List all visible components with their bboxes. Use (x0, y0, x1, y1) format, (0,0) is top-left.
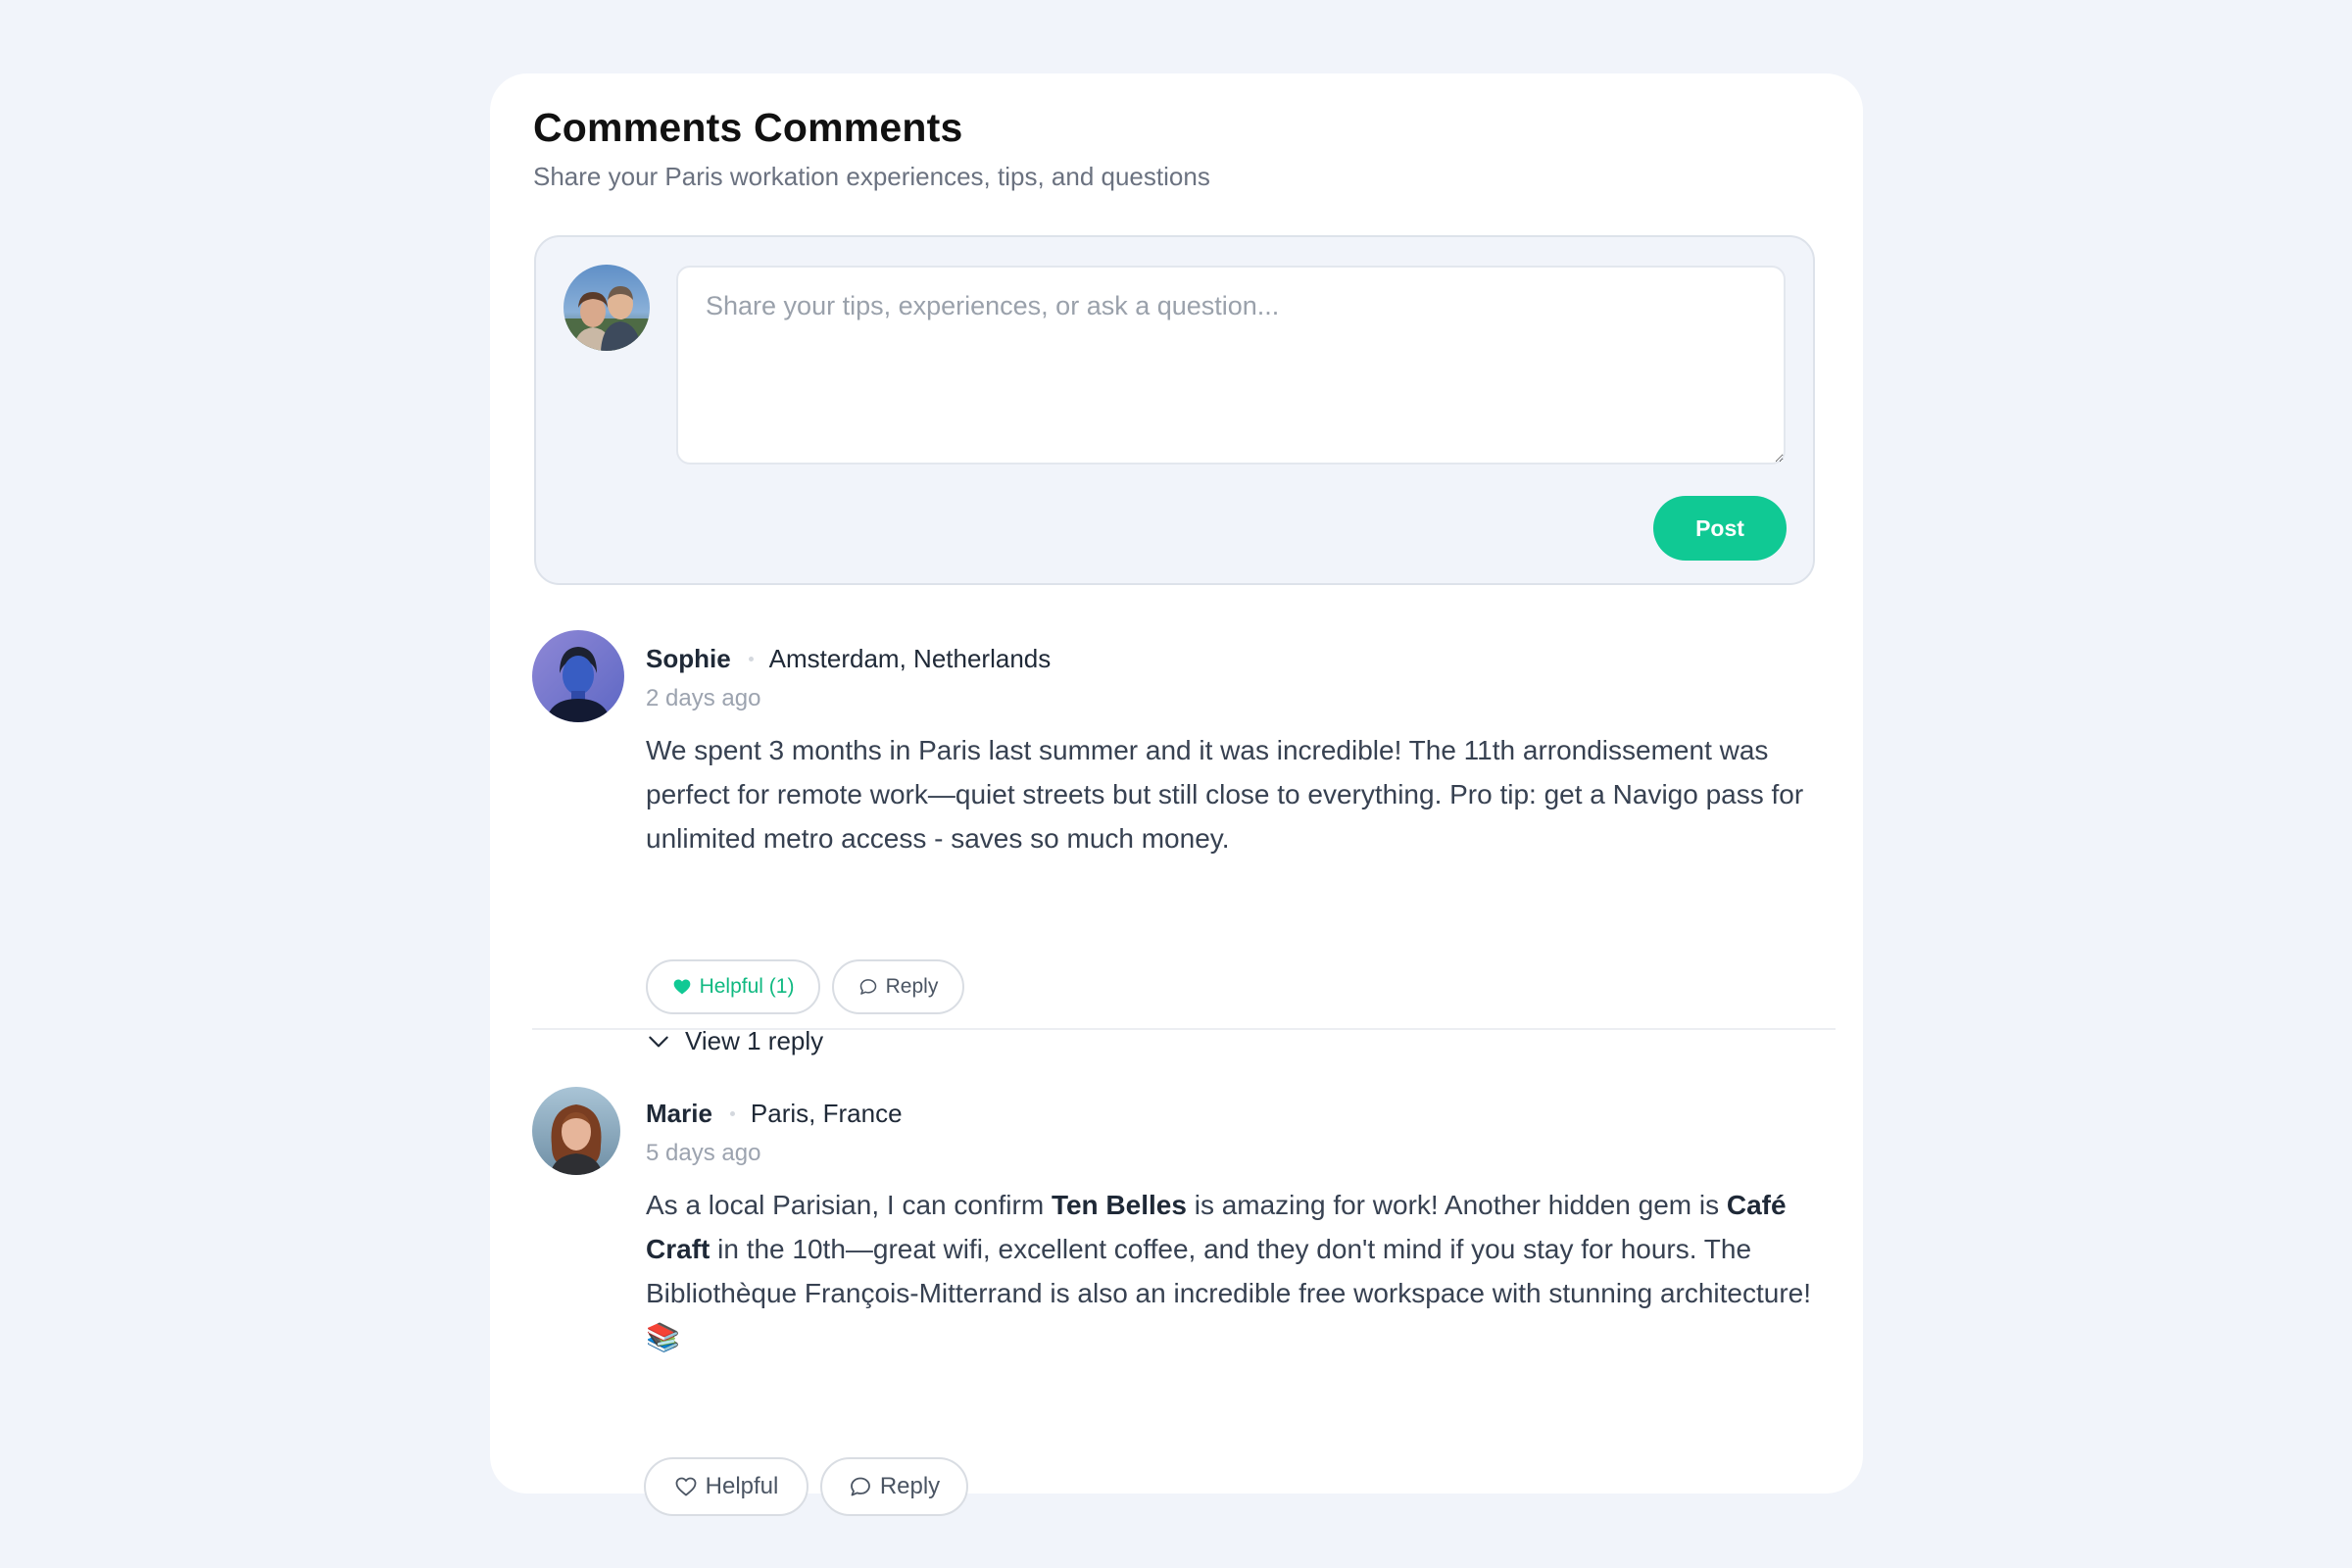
current-user-avatar (564, 265, 650, 351)
reply-label: Reply (879, 1473, 941, 1499)
comment-text: is amazing for work! Another hidden gem … (1186, 1190, 1727, 1220)
comment-body: We spent 3 months in Paris last summer a… (646, 735, 1804, 854)
view-replies-toggle[interactable]: View 1 reply (646, 1026, 823, 1056)
books-emoji: 📚 (646, 1322, 680, 1352)
comment-text: in the 10th—great wifi, excellent coffee… (646, 1234, 1812, 1308)
comment-input[interactable] (676, 266, 1786, 465)
chevron-down-icon (649, 1036, 668, 1047)
comment-item: Sophie Amsterdam, Netherlands 2 days ago… (532, 630, 1836, 1055)
separator-dot (748, 656, 754, 662)
comment-body: As a local Parisian, I can confirm Ten B… (646, 1183, 1836, 1359)
author-avatar (532, 1087, 620, 1175)
helpful-label: Helpful (1) (699, 975, 795, 998)
author-location: Paris, France (750, 1098, 903, 1128)
view-replies-label: View 1 reply (685, 1026, 824, 1055)
author-name[interactable]: Sophie (646, 644, 731, 674)
reply-label: Reply (885, 975, 939, 998)
speech-bubble-icon (859, 979, 876, 995)
speech-bubble-icon (850, 1477, 870, 1496)
author-avatar (532, 630, 624, 722)
comments-title: Comments Comments (533, 105, 963, 150)
heart-outline-icon (675, 1477, 697, 1496)
comment-timestamp: 5 days ago (646, 1140, 761, 1166)
heart-filled-icon (673, 979, 690, 995)
comment-header: Marie Paris, France (646, 1097, 903, 1130)
comment-text: As a local Parisian, I can confirm (646, 1190, 1052, 1220)
place-mention-ten-belles: Ten Belles (1051, 1190, 1187, 1220)
comments-subtitle: Share your Paris workation experiences, … (533, 162, 1210, 191)
reply-button[interactable]: Reply (832, 959, 964, 1014)
reply-button[interactable]: Reply (820, 1457, 968, 1516)
comments-card: Comments Comments Share your Paris worka… (490, 74, 1863, 1516)
separator-dot (729, 1110, 735, 1116)
author-name[interactable]: Marie (646, 1099, 712, 1129)
helpful-button[interactable]: Helpful (1) (646, 959, 820, 1014)
comment-timestamp: 2 days ago (646, 685, 761, 711)
helpful-button[interactable]: Helpful (644, 1457, 808, 1516)
helpful-label: Helpful (705, 1473, 779, 1499)
author-location: Amsterdam, Netherlands (768, 643, 1052, 673)
post-button[interactable]: Post (1653, 496, 1787, 561)
comment-header: Sophie Amsterdam, Netherlands (646, 642, 1051, 675)
comment-item: Marie Paris, France 5 days ago As a loca… (532, 1085, 1836, 1516)
comment-composer: Post (534, 235, 1815, 585)
